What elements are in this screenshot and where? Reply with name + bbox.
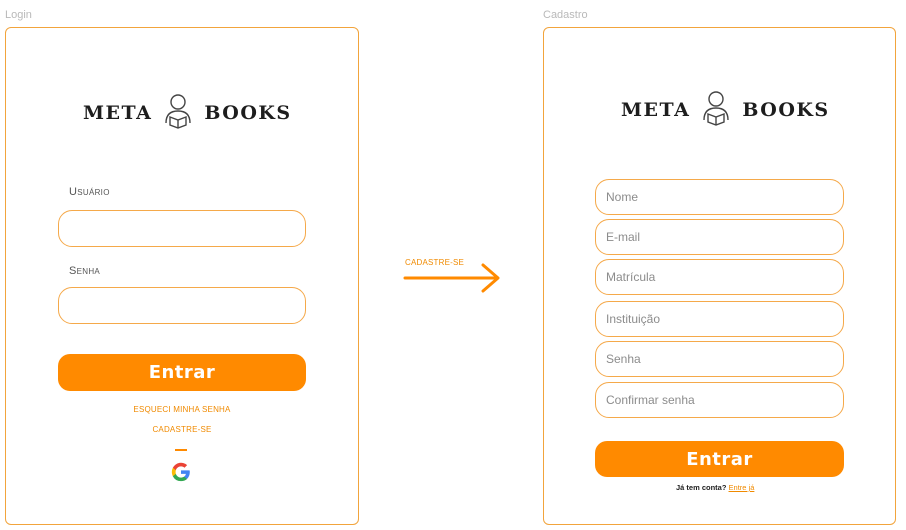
enrollment-input[interactable] <box>595 259 844 295</box>
password-label: Senha <box>69 265 101 277</box>
name-input[interactable] <box>595 179 844 215</box>
register-link[interactable]: CADASTRE-SE <box>58 425 306 434</box>
have-account-row: Já tem conta? Entre já <box>676 483 754 492</box>
password-input[interactable] <box>58 287 306 324</box>
google-icon[interactable] <box>170 461 192 483</box>
login-submit-button[interactable]: Entrar <box>58 354 306 391</box>
google-divider <box>175 449 187 451</box>
logo-text-books: BOOKS <box>204 101 292 124</box>
reader-icon <box>696 87 736 132</box>
institution-input[interactable] <box>595 301 844 337</box>
reader-icon <box>158 90 198 135</box>
email-input[interactable] <box>595 219 844 255</box>
logo-text-meta: META <box>83 101 153 124</box>
login-logo: META BOOKS <box>83 90 292 135</box>
password-input[interactable] <box>595 341 844 377</box>
forgot-password-link[interactable]: ESQUECI MINHA SENHA <box>58 405 306 414</box>
logo-text-meta: META <box>621 98 691 121</box>
login-link[interactable]: Entre já <box>729 483 755 492</box>
confirm-password-input[interactable] <box>595 382 844 418</box>
arrow-right-icon <box>403 262 503 294</box>
login-frame-label: Login <box>5 9 32 21</box>
register-submit-button[interactable]: Entrar <box>595 441 844 477</box>
logo-text-books: BOOKS <box>742 98 830 121</box>
have-account-text: Já tem conta? <box>676 483 727 492</box>
user-label: Usuário <box>69 186 110 198</box>
register-logo: META BOOKS <box>621 87 830 132</box>
register-frame-label: Cadastro <box>543 9 588 21</box>
user-input[interactable] <box>58 210 306 247</box>
